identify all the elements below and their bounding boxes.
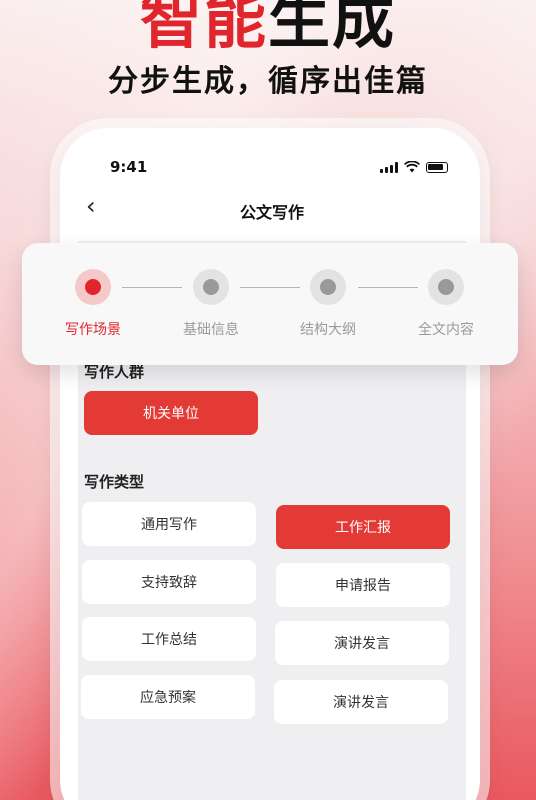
progress-stepper: 写作场景 基础信息 结构大纲 全文内容 [22,243,518,365]
type-option-2[interactable]: 支持致辞 [82,560,256,604]
step-scene[interactable]: 写作场景 [43,269,143,339]
headline-red-text: 智能 [139,0,268,57]
step-dot [193,269,229,305]
type-option-4[interactable]: 工作总结 [82,617,256,661]
promo-subline: 分步生成，循序出佳篇 [108,64,428,99]
type-option-1[interactable]: 工作汇报 [276,505,450,549]
status-icons [380,161,448,173]
step-dot-active [75,269,111,305]
step-outline[interactable]: 结构大纲 [278,269,378,339]
battery-icon [426,161,448,173]
headline-dark-text: 生成 [268,0,397,57]
step-basic-info[interactable]: 基础信息 [161,269,261,339]
step-label: 写作场景 [65,322,121,338]
type-option-5[interactable]: 演讲发言 [275,621,449,665]
types-section-title: 写作类型 [84,473,145,491]
wifi-icon [404,161,420,173]
type-option-3[interactable]: 申请报告 [276,563,450,607]
audience-option-0[interactable]: 机关单位 [84,391,258,435]
type-option-6[interactable]: 应急预案 [81,675,255,719]
type-option-7[interactable]: 演讲发言 [274,680,448,724]
step-dot [428,269,464,305]
page-title: 公文写作 [239,203,304,222]
step-label: 结构大纲 [300,322,356,338]
step-dot [310,269,346,305]
promo-headline: 智能生成 [0,0,536,60]
signal-icon [380,161,398,173]
type-option-0[interactable]: 通用写作 [82,502,256,546]
status-time: 9:41 [110,158,148,176]
step-label: 基础信息 [183,322,239,338]
step-full-text[interactable]: 全文内容 [396,269,496,339]
top-bar: 9:41 ‹ 公文写作 [78,145,466,241]
step-label: 全文内容 [418,322,474,338]
